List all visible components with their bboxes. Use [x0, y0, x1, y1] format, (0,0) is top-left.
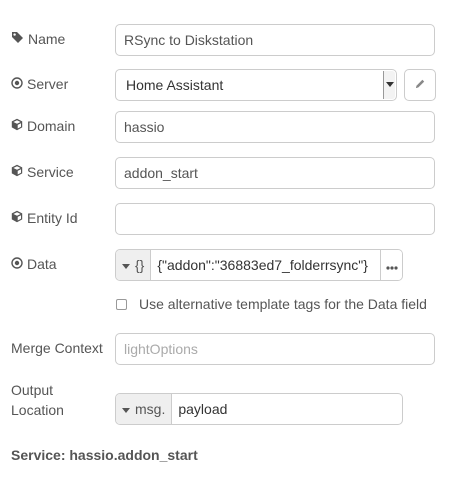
caret-down-icon [122, 257, 130, 273]
data-typed-input[interactable]: {} {"addon":"36883ed7_folderrsync"} [115, 249, 403, 281]
dot-circle-icon [11, 256, 23, 272]
entity-id-label: Entity Id [11, 210, 78, 226]
merge-context-label: Merge Context [11, 340, 103, 356]
output-location-typed-input[interactable]: msg. payload [115, 393, 403, 425]
name-label: Name [11, 31, 65, 47]
caret-down-icon [122, 401, 130, 417]
tag-icon [11, 31, 24, 47]
domain-input[interactable]: hassio [115, 111, 435, 143]
entity-id-input[interactable] [115, 203, 435, 235]
cube-icon [11, 118, 23, 134]
server-label: Server [11, 76, 68, 92]
select-arrow-icon[interactable] [383, 71, 395, 99]
expand-editor-button[interactable] [380, 250, 402, 280]
output-type-button[interactable]: msg. [116, 394, 173, 424]
ellipsis-icon [385, 258, 398, 273]
data-type-button[interactable]: {} [116, 250, 152, 280]
merge-context-input[interactable]: lightOptions [115, 333, 435, 365]
data-value[interactable]: {"addon":"36883ed7_folderrsync"} [151, 257, 380, 273]
domain-label: Domain [11, 118, 75, 134]
cube-icon [11, 164, 23, 180]
service-label: Service [11, 164, 74, 180]
pencil-icon [414, 77, 426, 93]
alt-template-checkbox[interactable] [116, 298, 127, 310]
server-select[interactable]: Home Assistant [115, 69, 397, 101]
cube-icon [11, 210, 23, 226]
dot-circle-icon [11, 76, 23, 92]
service-status-text: Service: hassio.addon_start [11, 447, 198, 463]
output-location-value[interactable]: payload [172, 401, 402, 417]
edit-server-button[interactable] [404, 69, 436, 101]
data-label: Data [11, 256, 57, 272]
service-input[interactable]: addon_start [115, 157, 435, 189]
output-location-label: Output Location [11, 382, 64, 418]
merge-context-placeholder: lightOptions [124, 341, 198, 357]
alt-template-option: Use alternative template tags for the Da… [116, 296, 427, 312]
name-input[interactable]: RSync to Diskstation [115, 24, 435, 56]
